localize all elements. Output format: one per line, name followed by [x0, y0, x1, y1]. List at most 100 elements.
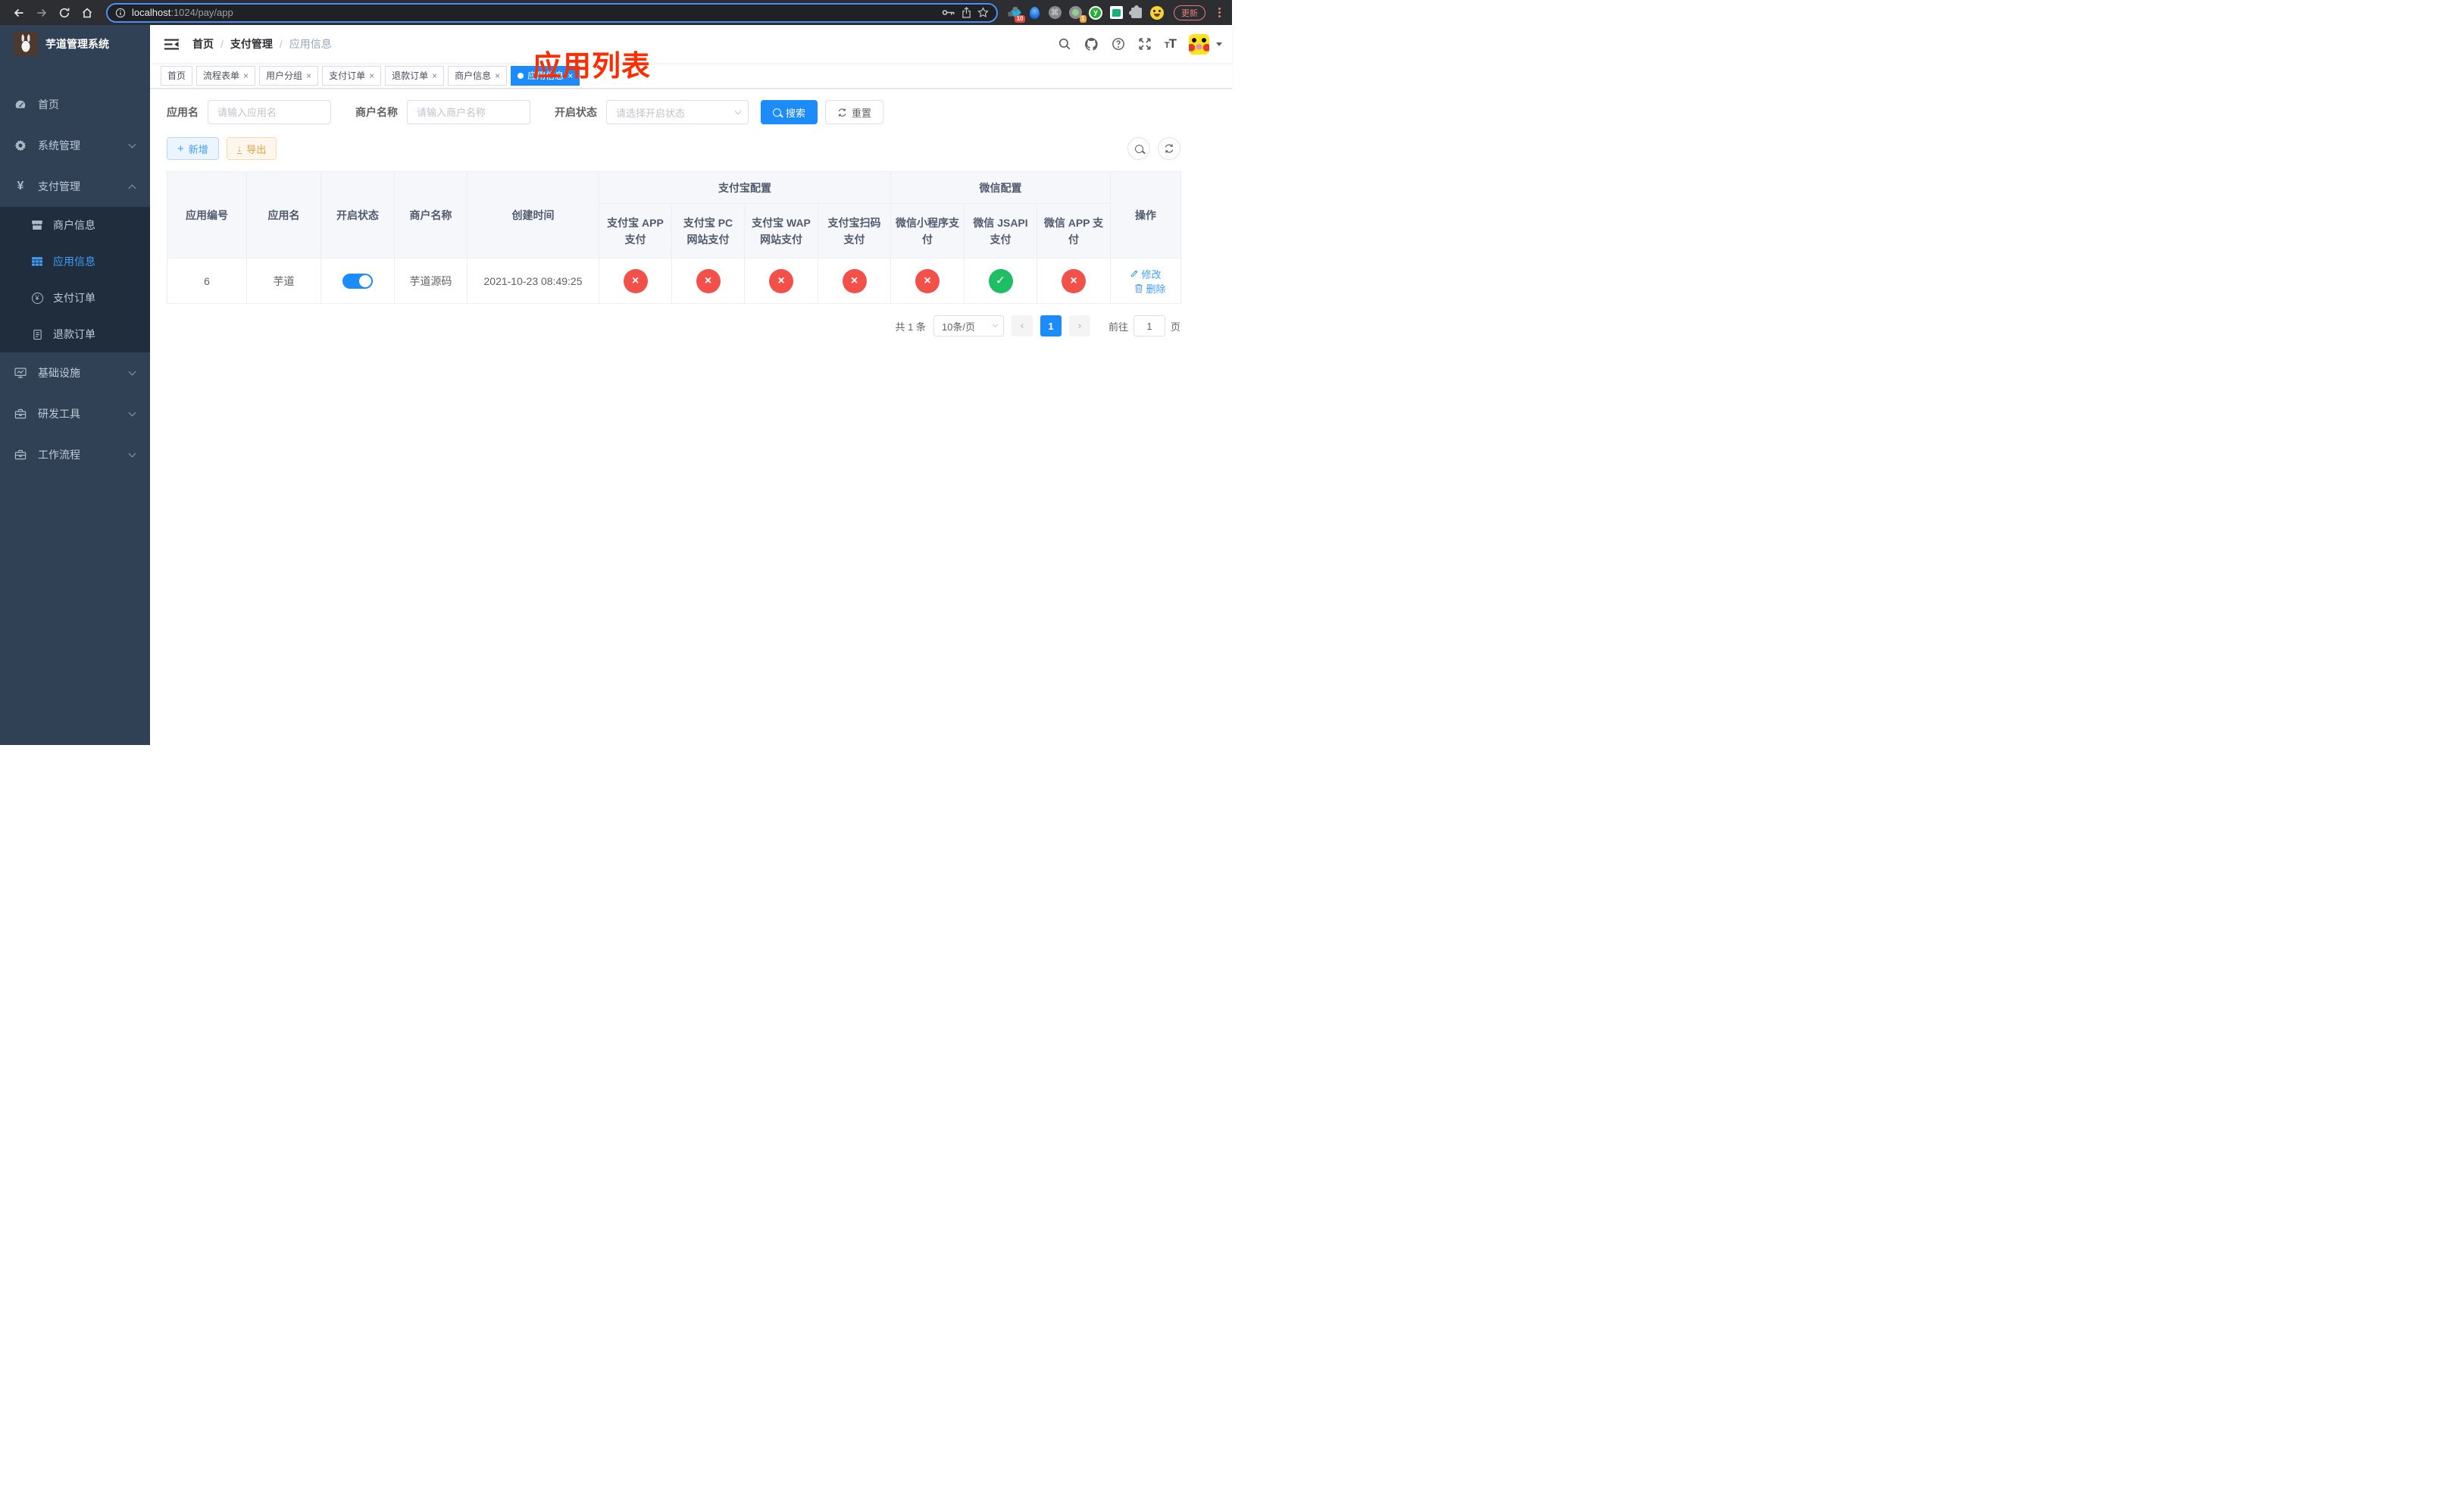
tab-app-info[interactable]: 应用信息 ×	[511, 65, 580, 86]
goto-label: 前往	[1108, 321, 1128, 333]
edit-link[interactable]: 修改	[1130, 267, 1162, 281]
extensions-puzzle-icon[interactable]	[1129, 5, 1143, 20]
chrome-update-button[interactable]: 更新	[1174, 5, 1205, 20]
close-icon[interactable]: ×	[432, 71, 437, 80]
address-bar[interactable]: localhost:1024/pay/app	[106, 2, 998, 23]
extension-recorder-icon[interactable]: 1	[1068, 6, 1087, 23]
forward-icon[interactable]	[32, 3, 52, 23]
close-icon[interactable]: ×	[568, 71, 573, 80]
prev-page-button[interactable]: ‹	[1011, 315, 1033, 337]
sidebar-toggle-icon[interactable]	[161, 36, 182, 53]
extension-y-icon[interactable]: y	[1089, 5, 1102, 20]
sidebar-item-system[interactable]: 系统管理	[0, 125, 150, 166]
app-name-input[interactable]	[208, 100, 331, 124]
chevron-down-icon	[734, 108, 742, 114]
tab-process-form[interactable]: 流程表单 ×	[196, 65, 256, 86]
wx-mini-status-icon: ×	[915, 268, 940, 293]
tab-merchant-info[interactable]: 商户信息 ×	[448, 65, 508, 86]
close-icon[interactable]: ×	[369, 71, 374, 80]
chevron-down-icon	[128, 449, 136, 458]
add-button[interactable]: + 新增	[167, 137, 219, 160]
group-alipay-config: 支付宝配置	[599, 171, 891, 204]
group-wechat-config: 微信配置	[890, 171, 1111, 204]
sidebar-item-refund-orders[interactable]: 退款订单	[0, 316, 150, 352]
bookmark-star-icon[interactable]	[977, 7, 989, 18]
extension-balloon-icon[interactable]	[1027, 6, 1041, 20]
tab-user-group[interactable]: 用户分组 ×	[259, 65, 319, 86]
status-select[interactable]: 请选择开启状态	[606, 100, 749, 124]
page-size-select[interactable]: 10条/页	[933, 315, 1004, 337]
export-button[interactable]: ↓ 导出	[226, 137, 277, 160]
next-page-button[interactable]: ›	[1068, 315, 1090, 337]
goto-page-input[interactable]	[1133, 315, 1165, 337]
reload-icon[interactable]	[55, 3, 74, 23]
cell-app-id: 6	[167, 258, 247, 304]
status-toggle[interactable]	[342, 273, 373, 289]
sidebar-item-app-info[interactable]: 应用信息	[0, 243, 150, 280]
merchant-name-label: 商户名称	[355, 106, 398, 118]
col-app-id: 应用编号	[167, 171, 247, 258]
sidebar-item-dev-tools[interactable]: 研发工具	[0, 393, 150, 434]
table-row: 6 芋道 芋道源码 2021-10-23 08:49:25 × × × × × …	[167, 258, 1181, 304]
extension-pinned-icon[interactable]: 10	[1007, 6, 1025, 23]
help-icon[interactable]	[1112, 37, 1125, 51]
tab-home[interactable]: 首页	[161, 65, 193, 86]
sidebar-item-payment[interactable]: ¥ 支付管理	[0, 166, 150, 207]
tab-refund-orders[interactable]: 退款订单 ×	[385, 65, 445, 86]
col-alipay-qr: 支付宝扫码支付	[818, 203, 891, 258]
col-operations: 操作	[1110, 171, 1181, 258]
wx-app-status-icon: ×	[1062, 268, 1086, 293]
logo-row[interactable]: 芋道管理系统	[0, 25, 150, 63]
search-icon[interactable]	[1058, 37, 1071, 51]
breadcrumb-app-info: 应用信息	[289, 38, 332, 50]
document-icon	[30, 329, 44, 340]
github-icon[interactable]	[1084, 37, 1099, 52]
sidebar-item-home[interactable]: 首页	[0, 84, 150, 125]
toggle-search-button[interactable]	[1127, 137, 1150, 160]
sidebar-item-pay-orders[interactable]: ¥ 支付订单	[0, 280, 150, 316]
breadcrumb-home[interactable]: 首页	[192, 36, 214, 52]
breadcrumb-payment[interactable]: 支付管理	[230, 36, 273, 52]
extension-badge: 1	[1079, 14, 1087, 23]
tab-pay-orders[interactable]: 支付订单 ×	[322, 65, 382, 86]
browser-menu-icon[interactable]	[1214, 8, 1224, 17]
url-text[interactable]: localhost:1024/pay/app	[132, 7, 936, 18]
share-icon[interactable]	[962, 7, 971, 18]
delete-link[interactable]: 删除	[1134, 281, 1166, 296]
chevron-up-icon	[128, 184, 136, 192]
merchant-name-input[interactable]	[407, 100, 530, 124]
trash-icon	[1135, 283, 1143, 293]
extension-badge: 10	[1015, 14, 1025, 23]
home-icon[interactable]	[77, 3, 97, 23]
refresh-table-button[interactable]	[1158, 137, 1180, 160]
toolbox-icon	[14, 408, 27, 420]
extension-chat-icon[interactable]	[1109, 6, 1123, 20]
font-size-icon[interactable]: TT	[1165, 36, 1177, 52]
profile-avatar-icon[interactable]	[1150, 5, 1164, 20]
monitor-icon	[14, 367, 27, 379]
user-avatar[interactable]	[1189, 33, 1209, 55]
reset-button[interactable]: 重置	[825, 100, 884, 124]
current-page[interactable]: 1	[1040, 315, 1062, 337]
password-key-icon[interactable]	[942, 8, 955, 17]
site-info-icon[interactable]	[115, 8, 126, 18]
app-name-label: 应用名	[167, 106, 199, 118]
browser-toolbar: localhost:1024/pay/app 10 ⌘ 1 y 更新	[0, 0, 1232, 25]
sidebar-item-merchant-info[interactable]: 商户信息	[0, 207, 150, 243]
extension-command-icon[interactable]: ⌘	[1048, 6, 1062, 20]
close-icon[interactable]: ×	[243, 71, 249, 80]
fullscreen-icon[interactable]	[1138, 37, 1152, 51]
sidebar-item-infrastructure[interactable]: 基础设施	[0, 352, 150, 393]
back-icon[interactable]	[9, 3, 29, 23]
col-alipay-wap: 支付宝 WAP 网站支付	[744, 203, 818, 258]
sidebar-item-workflow[interactable]: 工作流程	[0, 434, 150, 475]
col-status: 开启状态	[321, 171, 395, 258]
tags-view-bar: 首页 流程表单 × 用户分组 × 支付订单 × 退款订单 × 商户信息 × 应用信息 ×	[150, 63, 1232, 89]
caret-down-icon[interactable]	[1216, 42, 1222, 46]
chevron-down-icon	[128, 368, 136, 376]
search-button[interactable]: 搜索	[761, 100, 818, 124]
close-icon[interactable]: ×	[495, 71, 500, 80]
cell-app-name: 芋道	[246, 258, 321, 304]
alipay-wap-status-icon: ×	[769, 268, 793, 293]
close-icon[interactable]: ×	[306, 71, 311, 80]
